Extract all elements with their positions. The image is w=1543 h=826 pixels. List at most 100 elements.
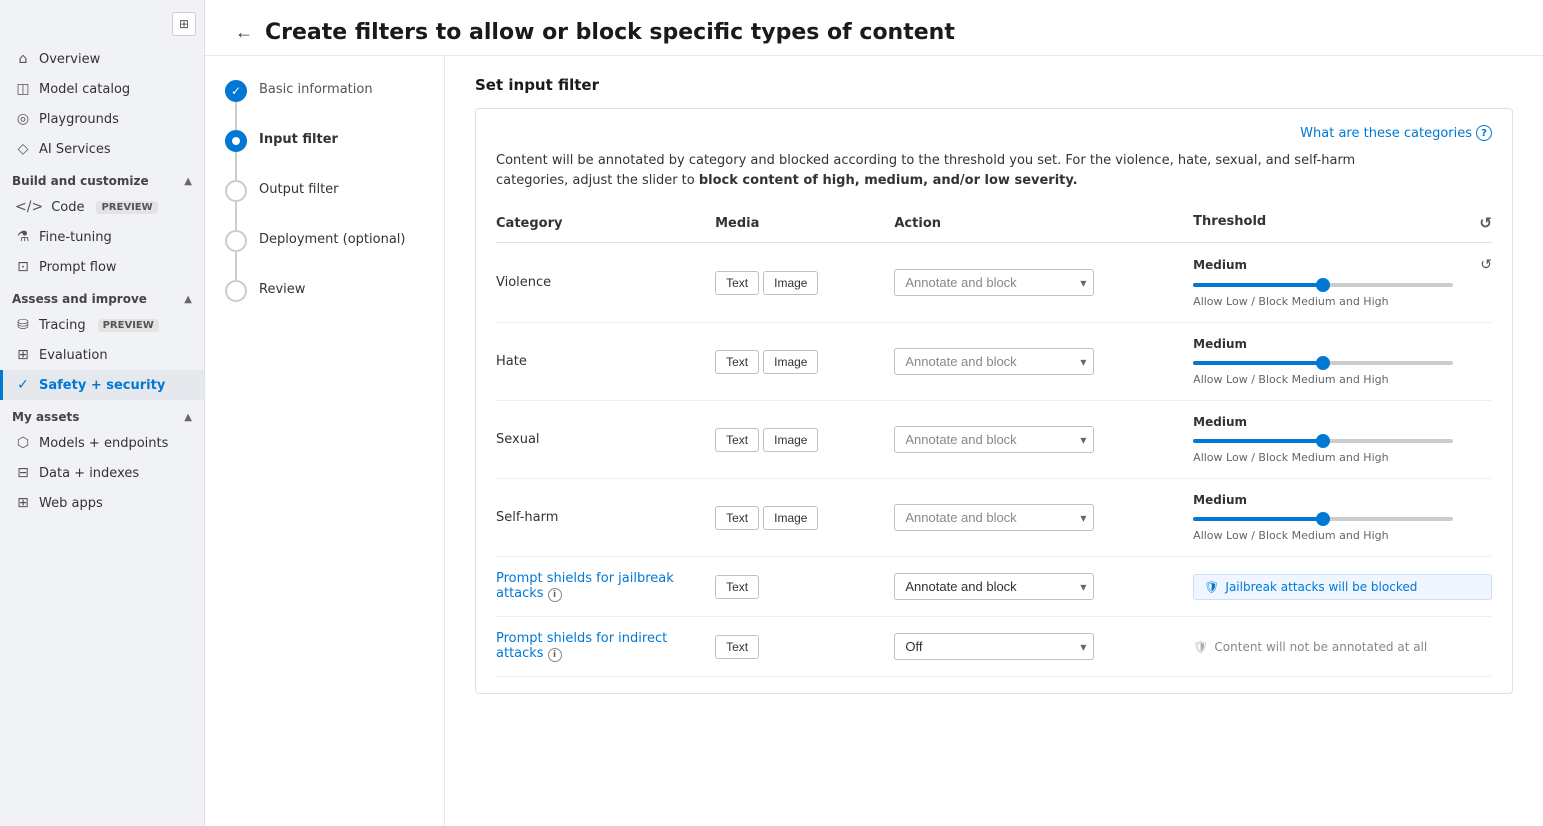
image-media-button[interactable]: Image <box>763 506 818 530</box>
step-label: Input filter <box>259 130 338 147</box>
sidebar: ⊞ ⌂ Overview ◫ Model catalog ◎ Playgroun… <box>0 0 205 826</box>
slider-track[interactable] <box>1193 439 1453 443</box>
text-media-button[interactable]: Text <box>715 350 759 374</box>
shield-icon: 🛡 <box>1204 580 1219 594</box>
action-select[interactable]: Annotate and blockAnnotate and blockAnno… <box>894 269 1094 296</box>
sidebar-item-code[interactable]: </> Code PREVIEW <box>0 192 204 222</box>
table-row: ViolenceTextImageAnnotate and blockAnnot… <box>496 243 1492 323</box>
evaluation-icon: ⊞ <box>15 347 31 363</box>
section-label: Assess and improve <box>12 292 147 306</box>
sidebar-item-safety-security[interactable]: ✓ Safety + security <box>0 370 204 400</box>
section-build-customize[interactable]: Build and customize ▲ <box>0 164 204 192</box>
reset-icon[interactable]: ↺ <box>1480 257 1492 273</box>
sidebar-item-ai-services[interactable]: ◇ AI Services <box>0 134 204 164</box>
section-label: Build and customize <box>12 174 149 188</box>
sidebar-item-fine-tuning[interactable]: ⚗ Fine-tuning <box>0 222 204 252</box>
category-name[interactable]: Prompt shields for indirect attacks <box>496 631 667 661</box>
text-media-button[interactable]: Text <box>715 635 759 659</box>
media-buttons: TextImage <box>715 506 894 530</box>
sidebar-item-label: Safety + security <box>39 378 165 393</box>
sidebar-item-label: Web apps <box>39 496 103 511</box>
table-header-row: Category Media Action Threshold ↺ <box>496 206 1492 243</box>
reset-all-icon[interactable]: ↺ <box>1479 214 1492 232</box>
step-circle-pending <box>225 230 247 252</box>
text-media-button[interactable]: Text <box>715 575 759 599</box>
collapse-icon[interactable]: ⊞ <box>172 12 196 36</box>
action-select[interactable]: Annotate and blockAnnotate and blockAnno… <box>894 348 1094 375</box>
text-media-button[interactable]: Text <box>715 506 759 530</box>
slider-thumb[interactable] <box>1316 434 1330 448</box>
section-assess-improve[interactable]: Assess and improve ▲ <box>0 282 204 310</box>
action-select[interactable]: Annotate and blockAnnotate and blockAnno… <box>894 426 1094 453</box>
action-select[interactable]: Annotate and blockAnnotate and blockAnno… <box>894 573 1094 600</box>
image-media-button[interactable]: Image <box>763 271 818 295</box>
info-icon[interactable]: i <box>548 588 562 602</box>
category-name: Self-harm <box>496 510 558 525</box>
step-deployment[interactable]: Deployment (optional) <box>225 230 424 252</box>
sidebar-item-web-apps[interactable]: ⊞ Web apps <box>0 488 204 518</box>
col-header-threshold: Threshold ↺ <box>1193 206 1492 243</box>
sidebar-item-label: Playgrounds <box>39 112 119 127</box>
step-connector <box>235 252 237 280</box>
step-basic-info[interactable]: ✓ Basic information <box>225 80 424 102</box>
action-select[interactable]: Annotate and blockAnnotate and blockAnno… <box>894 504 1094 531</box>
section-my-assets[interactable]: My assets ▲ <box>0 400 204 428</box>
slider-hint: Allow Low / Block Medium and High <box>1193 451 1492 464</box>
slider-thumb[interactable] <box>1316 356 1330 370</box>
slider-track[interactable] <box>1193 517 1453 521</box>
sidebar-item-label: Fine-tuning <box>39 230 112 245</box>
data-icon: ⊟ <box>15 465 31 481</box>
info-circle-icon: ? <box>1476 125 1492 141</box>
action-select-wrapper: OffAnnotate and blockAnnotate onlyOff <box>894 633 1094 660</box>
sidebar-item-data-indexes[interactable]: ⊟ Data + indexes <box>0 458 204 488</box>
slider-filled <box>1193 517 1323 521</box>
action-select-wrapper: Annotate and blockAnnotate and blockAnno… <box>894 426 1094 453</box>
slider-thumb[interactable] <box>1316 278 1330 292</box>
sidebar-item-label: Tracing <box>39 318 86 333</box>
sidebar-item-label: Data + indexes <box>39 466 139 481</box>
category-name[interactable]: Prompt shields for jailbreak attacks <box>496 571 674 601</box>
threshold-label: Medium <box>1193 415 1247 429</box>
text-media-button[interactable]: Text <box>715 428 759 452</box>
slider-hint: Allow Low / Block Medium and High <box>1193 373 1492 386</box>
step-label: Output filter <box>259 180 339 197</box>
text-media-button[interactable]: Text <box>715 271 759 295</box>
step-output-filter[interactable]: Output filter <box>225 180 424 202</box>
media-buttons: TextImage <box>715 428 894 452</box>
sidebar-item-label: Code <box>51 200 84 215</box>
media-buttons: Text <box>715 575 894 599</box>
threshold-label: Medium <box>1193 258 1247 272</box>
back-button[interactable]: ← <box>235 22 253 43</box>
slider-filled <box>1193 439 1323 443</box>
step-connector <box>235 152 237 180</box>
off-badge: 🛡Content will not be annotated at all <box>1193 640 1492 654</box>
sidebar-item-overview[interactable]: ⌂ Overview <box>0 44 204 74</box>
page-header: ← Create filters to allow or block speci… <box>205 0 1543 56</box>
action-select-wrapper: Annotate and blockAnnotate and blockAnno… <box>894 504 1094 531</box>
slider-hint: Allow Low / Block Medium and High <box>1193 529 1492 542</box>
sidebar-item-model-catalog[interactable]: ◫ Model catalog <box>0 74 204 104</box>
slider-thumb[interactable] <box>1316 512 1330 526</box>
sidebar-item-tracing[interactable]: ⛁ Tracing PREVIEW <box>0 310 204 340</box>
info-icon[interactable]: i <box>548 648 562 662</box>
sidebar-item-label: Prompt flow <box>39 260 117 275</box>
threshold-label: Medium <box>1193 337 1247 351</box>
sidebar-item-models-endpoints[interactable]: ⬡ Models + endpoints <box>0 428 204 458</box>
step-connector <box>235 102 237 130</box>
action-select[interactable]: OffAnnotate and blockAnnotate onlyOff <box>894 633 1094 660</box>
step-input-filter[interactable]: Input filter <box>225 130 424 152</box>
sidebar-top: ⊞ <box>0 8 204 44</box>
what-categories-link[interactable]: What are these categories ? <box>496 125 1492 141</box>
step-label: Deployment (optional) <box>259 230 405 247</box>
sidebar-item-evaluation[interactable]: ⊞ Evaluation <box>0 340 204 370</box>
step-review[interactable]: Review <box>225 280 424 302</box>
sidebar-item-playgrounds[interactable]: ◎ Playgrounds <box>0 104 204 134</box>
slider-track[interactable] <box>1193 283 1453 287</box>
table-row: Prompt shields for jailbreak attacksi Tex… <box>496 557 1492 617</box>
image-media-button[interactable]: Image <box>763 428 818 452</box>
slider-track[interactable] <box>1193 361 1453 365</box>
image-media-button[interactable]: Image <box>763 350 818 374</box>
step-connector <box>235 202 237 230</box>
sidebar-item-label: Model catalog <box>39 82 130 97</box>
sidebar-item-prompt-flow[interactable]: ⊡ Prompt flow <box>0 252 204 282</box>
